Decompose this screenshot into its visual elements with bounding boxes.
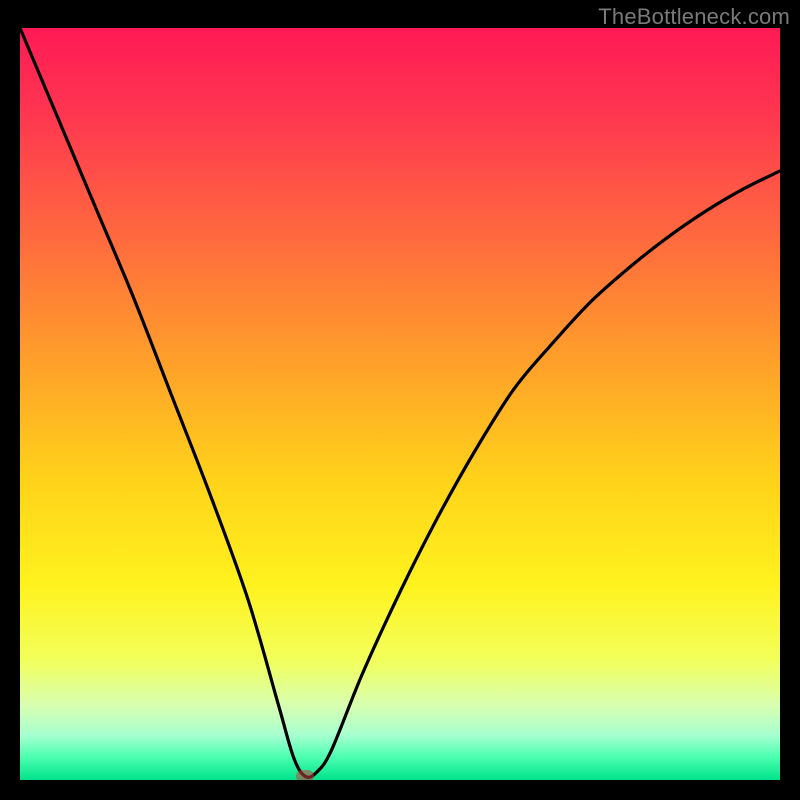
watermark-text: TheBottleneck.com — [598, 4, 790, 30]
plot-area — [20, 28, 780, 780]
bottleneck-marker — [296, 770, 314, 780]
gradient-background — [20, 28, 780, 780]
chart-svg — [20, 28, 780, 780]
chart-frame: TheBottleneck.com — [0, 0, 800, 800]
